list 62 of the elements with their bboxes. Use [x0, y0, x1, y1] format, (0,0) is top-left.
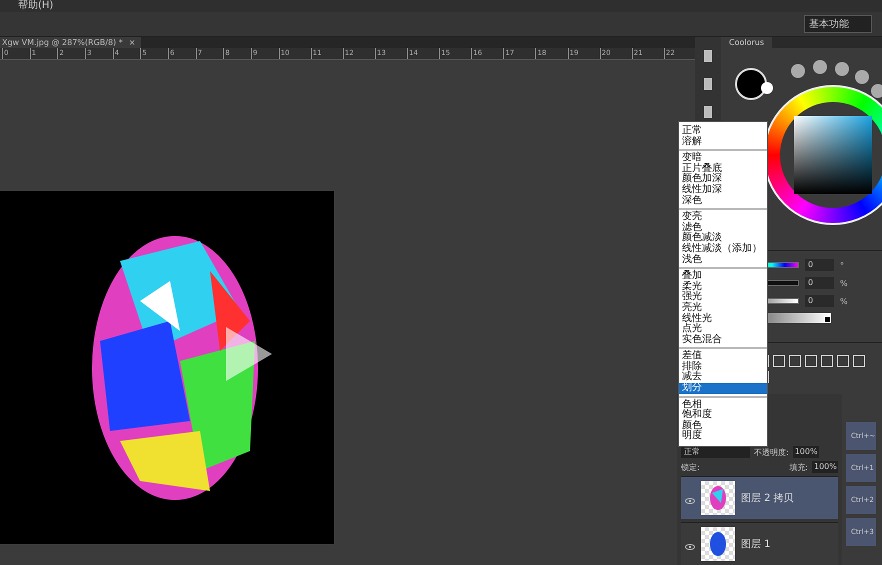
menu-option[interactable]: 实色混合	[679, 334, 767, 346]
brush-preset-icon[interactable]	[871, 84, 882, 98]
menu-option[interactable]: 颜色减淡	[679, 233, 767, 244]
adjustment-icon[interactable]	[821, 354, 833, 367]
foreground-color-swatch[interactable]	[735, 68, 767, 100]
value-field[interactable]: 0	[805, 259, 834, 271]
brush-preset-icon[interactable]	[835, 62, 849, 76]
panel-tab[interactable]: Coolorus	[721, 37, 772, 48]
menu-option[interactable]: 明度	[679, 431, 767, 442]
menu-option[interactable]: 减去	[679, 372, 767, 384]
menu-option[interactable]: 变暗	[679, 153, 767, 164]
value-field[interactable]: 0	[805, 295, 834, 307]
unit-label: %	[840, 296, 848, 306]
menu-option[interactable]: 点光	[679, 324, 767, 335]
layer-thumbnail	[701, 527, 735, 561]
tool-icon[interactable]	[703, 105, 713, 119]
menu-option[interactable]: 亮光	[679, 302, 767, 314]
blend-mode-select[interactable]: 正常	[681, 446, 750, 458]
opacity-field[interactable]: 100%	[792, 446, 819, 458]
layer-row[interactable]: 图层 1	[681, 522, 838, 565]
brush-preset-icon[interactable]	[791, 64, 805, 78]
menu-option[interactable]: 浅色	[679, 254, 767, 266]
tool-icon[interactable]	[703, 49, 713, 63]
adjustment-icon[interactable]	[789, 354, 801, 367]
opacity-label: 不透明度:	[754, 446, 789, 458]
menu-option[interactable]: 强光	[679, 292, 767, 303]
brush-preset-icon[interactable]	[813, 60, 827, 74]
eye-icon[interactable]	[685, 498, 695, 504]
workspace-select[interactable]: 基本功能	[804, 15, 872, 33]
adjustment-icon[interactable]	[805, 354, 817, 367]
value-field[interactable]: 0	[805, 277, 834, 289]
layer-row[interactable]: 图层 2 拷贝	[681, 476, 838, 519]
unit-label: °	[840, 260, 844, 270]
menu-option[interactable]: 变亮	[679, 212, 767, 223]
menu-option[interactable]: 深色	[679, 196, 767, 206]
menu-item[interactable]: 帮助(H)	[18, 1, 54, 11]
layer-name: 图层 1	[741, 538, 771, 551]
layer-thumbnail	[701, 481, 735, 515]
color-square[interactable]	[794, 116, 872, 194]
menu-option[interactable]: 正常	[679, 126, 767, 137]
menu-option[interactable]: 线性加深	[679, 184, 767, 196]
menu-option[interactable]: 饱和度	[679, 410, 767, 421]
lock-label: 锁定:	[681, 462, 700, 472]
close-icon[interactable]: ×	[128, 38, 136, 47]
menu-option[interactable]: 颜色加深	[679, 174, 767, 185]
menu-option[interactable]: 叠加	[679, 271, 767, 282]
eye-icon[interactable]	[685, 544, 695, 550]
layer-name: 图层 2 拷贝	[741, 492, 794, 505]
adjustment-icon[interactable]	[773, 354, 785, 367]
unit-label: %	[840, 278, 848, 288]
adjustment-icon[interactable]	[837, 354, 849, 367]
fill-label: 填充:	[789, 462, 808, 472]
background-color-swatch[interactable]	[761, 82, 773, 94]
tool-icon[interactable]	[703, 77, 713, 91]
adjustment-icon[interactable]	[853, 354, 865, 367]
fill-field[interactable]: 100%	[812, 461, 838, 473]
menu-option[interactable]: 差值	[679, 351, 767, 362]
menu-option[interactable]: 溶解	[679, 136, 767, 148]
brush-preset-icon[interactable]	[855, 70, 869, 84]
menu-option[interactable]: 线性减淡（添加）	[679, 244, 767, 255]
slider-thumb[interactable]	[824, 316, 831, 323]
document-tab[interactable]: Xgw VM.jpg @ 287%(RGB/8) * ×	[0, 37, 142, 48]
